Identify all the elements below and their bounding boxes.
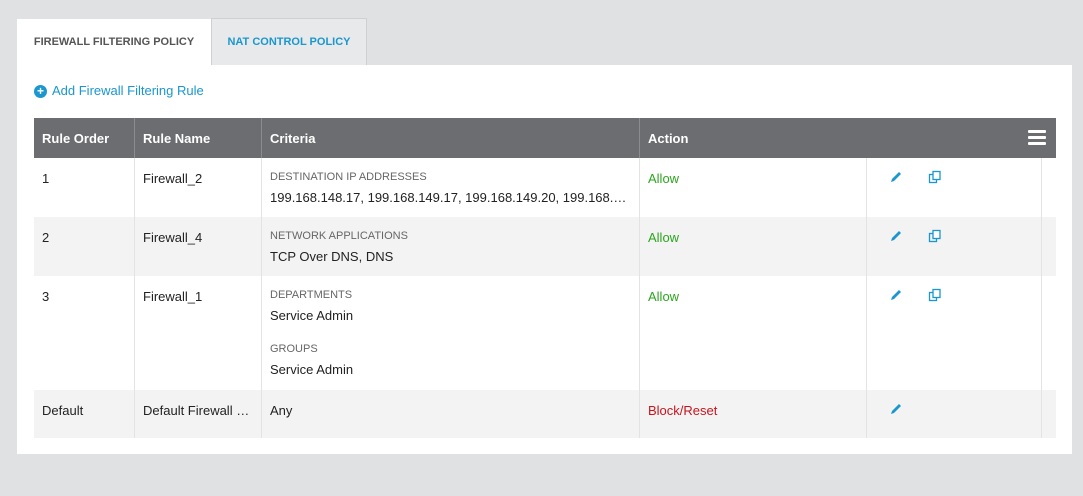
table-header: Rule Order Rule Name Criteria Action bbox=[34, 118, 1056, 158]
edit-icon[interactable] bbox=[889, 170, 903, 184]
row-actions bbox=[867, 217, 1042, 276]
criteria-value: Service Admin bbox=[270, 308, 354, 323]
tab-nat-control-policy[interactable]: NAT CONTROL POLICY bbox=[211, 18, 367, 65]
header-rule-name[interactable]: Rule Name bbox=[135, 118, 262, 158]
header-action[interactable]: Action bbox=[640, 118, 1056, 158]
header-rule-order[interactable]: Rule Order bbox=[34, 118, 135, 158]
rule-name-cell[interactable]: Default Firewall Filtering Rule bbox=[135, 390, 262, 438]
criteria-cell: DESTINATION IP ADDRESSES 199.168.148.17,… bbox=[262, 158, 640, 217]
action-cell: Allow bbox=[640, 276, 867, 390]
action-cell: Allow bbox=[640, 217, 867, 276]
edit-icon[interactable] bbox=[889, 288, 903, 302]
criteria-value: TCP Over DNS, DNS bbox=[270, 249, 394, 264]
criteria-value: Service Admin bbox=[270, 362, 354, 377]
criteria-cell: DEPARTMENTS Service Admin GROUPS Service… bbox=[262, 276, 640, 390]
edit-icon[interactable] bbox=[889, 402, 903, 416]
row-actions bbox=[867, 390, 1042, 438]
criteria-label: DESTINATION IP ADDRESSES bbox=[270, 171, 427, 183]
table-row: 2 Firewall_4 NETWORK APPLICATIONS TCP Ov… bbox=[34, 217, 1056, 276]
copy-icon[interactable] bbox=[928, 170, 942, 184]
criteria-cell: Any bbox=[262, 390, 640, 438]
rule-order-cell: 3 bbox=[34, 276, 135, 390]
copy-icon[interactable] bbox=[928, 288, 942, 302]
table-row-default: Default Default Firewall Filtering Rule … bbox=[34, 390, 1056, 438]
tab-firewall-filtering-policy[interactable]: FIREWALL FILTERING POLICY bbox=[17, 18, 211, 65]
policy-tabs: FIREWALL FILTERING POLICY NAT CONTROL PO… bbox=[17, 18, 367, 65]
hamburger-menu-icon[interactable] bbox=[1028, 130, 1046, 146]
header-criteria[interactable]: Criteria bbox=[262, 118, 640, 158]
rule-name-cell[interactable]: Firewall_2 bbox=[135, 158, 262, 217]
rule-order-cell: Default bbox=[34, 390, 135, 438]
copy-icon[interactable] bbox=[928, 229, 942, 243]
row-actions bbox=[867, 276, 1042, 390]
rules-table: Rule Order Rule Name Criteria Action 1 F… bbox=[34, 118, 1056, 438]
action-cell: Allow bbox=[640, 158, 867, 217]
rule-name-cell[interactable]: Firewall_1 bbox=[135, 276, 262, 390]
rule-order-cell: 2 bbox=[34, 217, 135, 276]
add-firewall-rule-link[interactable]: + Add Firewall Filtering Rule bbox=[34, 83, 204, 98]
row-actions bbox=[867, 158, 1042, 217]
plus-circle-icon: + bbox=[34, 85, 47, 98]
action-cell: Block/Reset bbox=[640, 390, 867, 438]
rule-order-cell: 1 bbox=[34, 158, 135, 217]
table-row: 3 Firewall_1 DEPARTMENTS Service Admin G… bbox=[34, 276, 1056, 390]
table-row: 1 Firewall_2 DESTINATION IP ADDRESSES 19… bbox=[34, 158, 1056, 217]
criteria-label: NETWORK APPLICATIONS bbox=[270, 230, 408, 242]
edit-icon[interactable] bbox=[889, 229, 903, 243]
criteria-label: GROUPS bbox=[270, 343, 318, 355]
criteria-cell: NETWORK APPLICATIONS TCP Over DNS, DNS bbox=[262, 217, 640, 276]
criteria-label: DEPARTMENTS bbox=[270, 289, 353, 301]
rule-name-cell[interactable]: Firewall_4 bbox=[135, 217, 262, 276]
criteria-value: 199.168.148.17, 199.168.149.17, 199.168.… bbox=[270, 190, 631, 205]
add-rule-label: Add Firewall Filtering Rule bbox=[52, 83, 204, 98]
